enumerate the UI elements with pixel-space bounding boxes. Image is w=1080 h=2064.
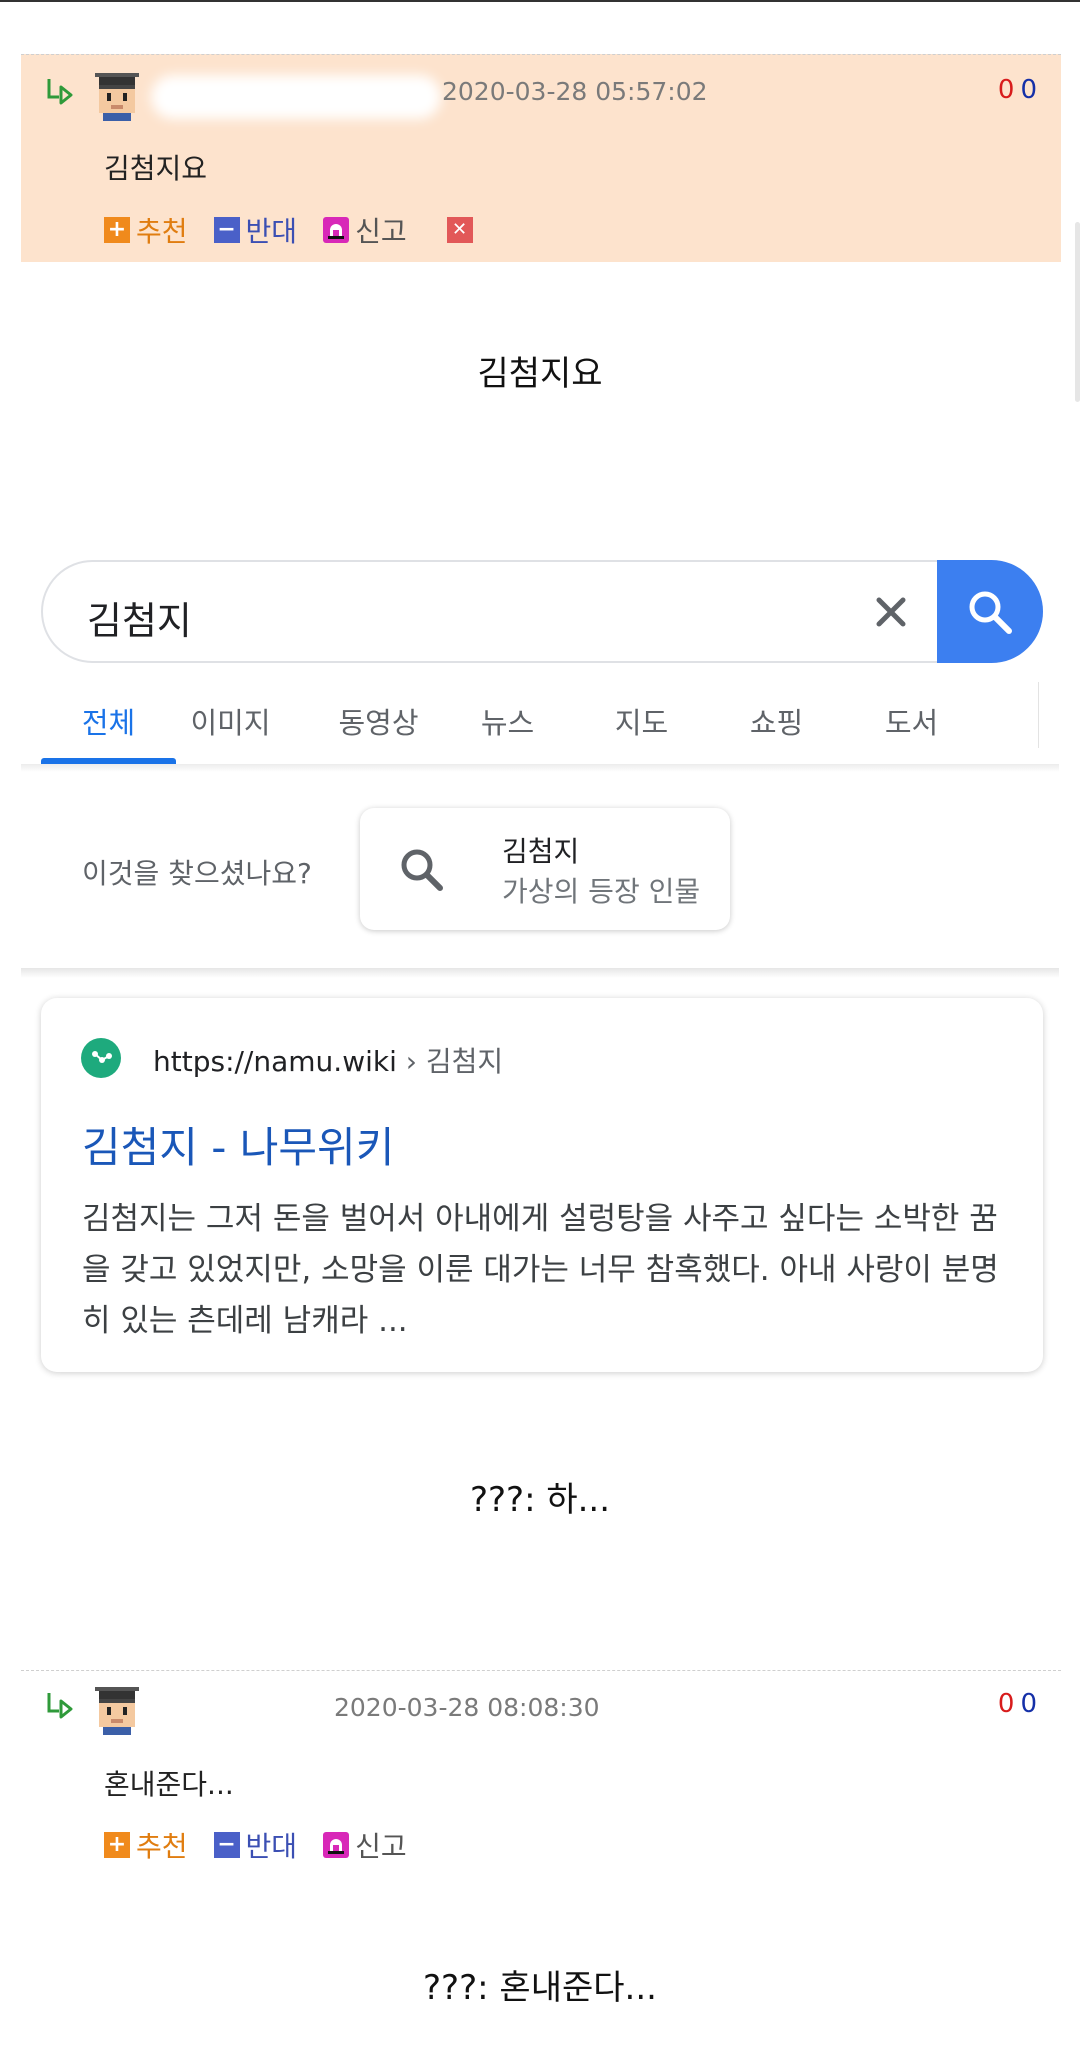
namu-wiki-logo-icon bbox=[81, 1038, 121, 1078]
avatar bbox=[95, 73, 139, 121]
did-you-mean-subtitle: 가상의 등장 인물 bbox=[502, 875, 701, 908]
result-breadcrumb: › 김첨지 bbox=[405, 1045, 504, 1078]
tabs-divider bbox=[1038, 682, 1039, 748]
section-shadow bbox=[21, 968, 1059, 978]
plus-icon: + bbox=[104, 217, 130, 243]
upvote-count: 0 bbox=[997, 75, 1015, 105]
result-url[interactable]: https://namu.wiki › 김첨지 bbox=[153, 1040, 503, 1080]
result-title-link[interactable]: 김첨지 - 나무위키 bbox=[82, 1114, 394, 1175]
top-border bbox=[0, 0, 1080, 2]
caption-3: ???: 혼내준다... bbox=[423, 1968, 657, 2008]
search-input[interactable]: 김첨지 bbox=[41, 560, 1043, 663]
oppose-label: 반대 bbox=[245, 1830, 298, 1863]
downvote-count: 0 bbox=[1020, 1689, 1037, 1719]
upvote-count: 0 bbox=[997, 1689, 1015, 1719]
minus-icon: − bbox=[213, 1832, 240, 1858]
siren-icon bbox=[323, 1832, 350, 1858]
search-icon bbox=[969, 591, 1012, 634]
avatar bbox=[95, 1687, 139, 1735]
recommend-label: 추천 bbox=[136, 215, 188, 248]
search-result-card: https://namu.wiki › 김첨지 김첨지 - 나무위키 김첨지는 … bbox=[41, 998, 1043, 1372]
comment-2: 2020-03-28 08:08:30 00 혼내준다... + 추천 − 반대… bbox=[21, 1670, 1061, 1890]
did-you-mean-title: 김첨지 bbox=[502, 835, 580, 868]
tab-news[interactable]: 뉴스 bbox=[440, 700, 575, 742]
reply-arrow-icon bbox=[47, 1693, 73, 1719]
report-button[interactable]: 신고 bbox=[323, 1825, 407, 1865]
recommend-button[interactable]: + 추천 bbox=[104, 210, 188, 250]
did-you-mean-card[interactable]: 김첨지 가상의 등장 인물 bbox=[360, 808, 730, 930]
tab-books[interactable]: 도서 bbox=[844, 700, 979, 742]
caption-2: ???: 하... bbox=[469, 1480, 611, 1520]
plus-icon: + bbox=[104, 1832, 130, 1858]
report-label: 신고 bbox=[355, 1830, 407, 1863]
comment-1: 2020-03-28 05:57:02 00 김첨지요 + 추천 − 반대 신고… bbox=[21, 54, 1061, 262]
tabs-shadow bbox=[21, 764, 1059, 772]
comment-actions: + 추천 − 반대 신고 ✕ bbox=[104, 210, 499, 250]
recommend-label: 추천 bbox=[136, 1830, 188, 1863]
comment-date: 2020-03-28 05:57:02 bbox=[442, 77, 708, 106]
downvote-count: 0 bbox=[1020, 75, 1037, 105]
search-query: 김첨지 bbox=[87, 599, 192, 643]
result-snippet: 김첨지는 그저 돈을 벌어서 아내에게 설렁탕을 사주고 싶다는 소박한 꿈을 … bbox=[82, 1201, 999, 1339]
oppose-button[interactable]: − 반대 bbox=[213, 1825, 298, 1865]
close-icon: ✕ bbox=[446, 217, 473, 243]
search-button[interactable] bbox=[937, 560, 1043, 663]
report-button[interactable]: 신고 bbox=[323, 210, 407, 250]
vote-count: 00 bbox=[998, 1689, 1037, 1719]
comment-date: 2020-03-28 08:08:30 bbox=[334, 1693, 600, 1722]
result-domain: https://namu.wiki bbox=[153, 1045, 397, 1078]
clear-icon[interactable] bbox=[863, 584, 919, 640]
delete-button[interactable]: ✕ bbox=[446, 217, 473, 243]
username-redacted bbox=[151, 75, 441, 119]
search-tabs: 전체 이미지 동영상 뉴스 지도 쇼핑 도서 bbox=[41, 690, 1041, 764]
caption-1: 김첨지요 bbox=[477, 354, 603, 394]
tab-images[interactable]: 이미지 bbox=[163, 700, 298, 742]
vote-count: 00 bbox=[998, 75, 1037, 105]
report-label: 신고 bbox=[355, 215, 407, 248]
search-icon bbox=[401, 849, 443, 891]
oppose-label: 반대 bbox=[245, 215, 298, 248]
tab-all[interactable]: 전체 bbox=[41, 700, 176, 742]
siren-icon bbox=[323, 217, 350, 243]
reply-arrow-icon bbox=[47, 79, 73, 105]
comment-actions: + 추천 − 반대 신고 bbox=[104, 1825, 433, 1865]
comment-text: 혼내준다... bbox=[104, 1768, 234, 1801]
minus-icon: − bbox=[213, 217, 240, 243]
tab-videos[interactable]: 동영상 bbox=[311, 700, 446, 742]
oppose-button[interactable]: − 반대 bbox=[213, 210, 298, 250]
tab-maps[interactable]: 지도 bbox=[574, 700, 709, 742]
did-you-mean-label: 이것을 찾으셨나요? bbox=[82, 857, 312, 890]
comment-text: 김첨지요 bbox=[104, 152, 208, 185]
recommend-button[interactable]: + 추천 bbox=[104, 1825, 188, 1865]
tab-shopping[interactable]: 쇼핑 bbox=[709, 700, 844, 742]
